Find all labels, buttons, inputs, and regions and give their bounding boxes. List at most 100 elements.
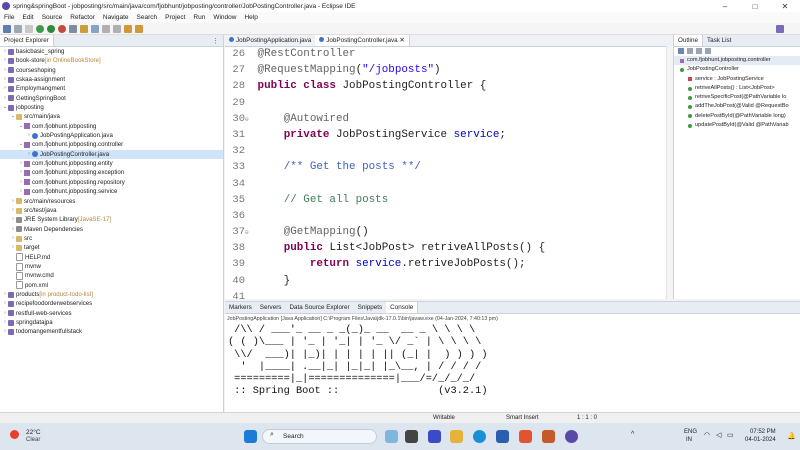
menu-navigate[interactable]: Navigate bbox=[99, 14, 133, 21]
code-line[interactable]: 30⊖ @Autowired bbox=[225, 111, 673, 127]
back-icon[interactable] bbox=[124, 24, 132, 33]
code-line[interactable]: 35 // Get all posts bbox=[225, 192, 673, 208]
eclipse-taskbar-icon[interactable] bbox=[565, 430, 578, 443]
hide-fields-icon[interactable] bbox=[705, 48, 711, 54]
tree-item[interactable]: HELP.md bbox=[0, 253, 223, 262]
menu-source[interactable]: Source bbox=[38, 14, 67, 21]
tree-item[interactable]: › todomangementfullstack bbox=[0, 327, 223, 336]
language-code[interactable]: ENG bbox=[684, 429, 697, 435]
menu-run[interactable]: Run bbox=[189, 14, 209, 21]
tree-item[interactable]: › JRE System Library [JavaSE-17] bbox=[0, 215, 223, 224]
outline-item[interactable]: retriveAllPosts() : List<JobPost> bbox=[674, 84, 800, 93]
tree-item[interactable]: › courseshoping bbox=[0, 66, 223, 75]
tree-item[interactable]: ⌄ com.fjobhunt.jobposting.controller bbox=[0, 140, 223, 149]
tree-item[interactable]: › src/test/java bbox=[0, 206, 223, 215]
maximize-button[interactable]: □ bbox=[740, 2, 770, 11]
tree-item[interactable]: › Employmangment bbox=[0, 84, 223, 93]
tab-console[interactable]: Console bbox=[386, 302, 419, 313]
menu-help[interactable]: Help bbox=[240, 14, 261, 21]
menu-file[interactable]: File bbox=[0, 14, 18, 21]
outline-item[interactable]: deletePostById(@PathVariable long) bbox=[674, 112, 800, 121]
tree-item[interactable]: › JobPostingApplication.java bbox=[0, 131, 223, 140]
tab-outline[interactable]: Outline bbox=[674, 35, 703, 46]
forward-icon[interactable] bbox=[135, 24, 143, 33]
volume-icon[interactable]: ◁ bbox=[716, 431, 721, 439]
code-line[interactable]: 33 /** Get the posts **/ bbox=[225, 159, 673, 175]
save-all-icon[interactable] bbox=[25, 24, 33, 33]
outline-item[interactable]: retriveSpecificPost(@PathVariable lo bbox=[674, 93, 800, 102]
menu-window[interactable]: Window bbox=[209, 14, 240, 21]
outline-item[interactable]: service : JobPostingService bbox=[674, 75, 800, 84]
store-icon[interactable] bbox=[496, 430, 509, 443]
tree-item[interactable]: ⌄ com.fjobhunt.jobposting bbox=[0, 122, 223, 131]
previous-annotation-icon[interactable] bbox=[113, 24, 121, 33]
new-java-project-icon[interactable] bbox=[69, 24, 77, 33]
minimize-button[interactable]: – bbox=[710, 2, 740, 11]
tree-item[interactable]: ⌄ jobposting bbox=[0, 103, 223, 112]
close-tab-icon[interactable]: ✕ bbox=[399, 37, 404, 44]
view-menu-icon[interactable]: ⋮ bbox=[212, 37, 219, 45]
weather-icon[interactable] bbox=[10, 430, 19, 439]
copilot-icon[interactable] bbox=[385, 430, 398, 443]
tree-item[interactable]: mvnw.cmd bbox=[0, 271, 223, 280]
sort-icon[interactable] bbox=[687, 48, 693, 54]
tree-item[interactable]: › springdatajpa bbox=[0, 318, 223, 327]
external-tools-icon[interactable] bbox=[58, 24, 66, 33]
tree-item[interactable]: › com.fjobhunt.jobposting.repository bbox=[0, 178, 223, 187]
code-line[interactable]: 34 bbox=[225, 176, 673, 192]
collapse-all-icon[interactable] bbox=[678, 48, 684, 54]
tab-project-explorer[interactable]: Project Explorer bbox=[0, 35, 54, 46]
tree-item[interactable]: › book-store [in OnlineBookStore] bbox=[0, 56, 223, 65]
battery-icon[interactable]: ▭ bbox=[727, 431, 734, 439]
menu-project[interactable]: Project bbox=[161, 14, 189, 21]
code-line[interactable]: 28 public class JobPostingController { bbox=[225, 78, 673, 94]
debug-icon[interactable] bbox=[36, 24, 44, 33]
menu-refactor[interactable]: Refactor bbox=[66, 14, 99, 21]
tree-item[interactable]: › GettingSpringBoot bbox=[0, 94, 223, 103]
tree-item[interactable]: › basicbasic_spring bbox=[0, 47, 223, 56]
tree-item[interactable]: › com.fjobhunt.jobposting.exception bbox=[0, 168, 223, 177]
tab-jobpostingcontroller[interactable]: JobPostingController.java ✕ bbox=[315, 35, 410, 46]
tree-item[interactable]: pom.xml bbox=[0, 281, 223, 290]
code-line[interactable]: 32 bbox=[225, 143, 673, 159]
open-type-icon[interactable] bbox=[80, 24, 88, 33]
close-button[interactable]: ✕ bbox=[770, 2, 800, 11]
editor-scrollbar[interactable] bbox=[666, 46, 673, 299]
code-line[interactable]: 39 return service.retriveJobPosts(); bbox=[225, 256, 673, 272]
tree-item[interactable]: › recipefoodorderwebservices bbox=[0, 299, 223, 308]
code-line[interactable]: 27 @RequestMapping("/jobposts") bbox=[225, 62, 673, 78]
weather-temp[interactable]: 22°C bbox=[26, 429, 41, 436]
wifi-icon[interactable]: ◠ bbox=[704, 431, 710, 439]
menu-edit[interactable]: Edit bbox=[18, 14, 37, 21]
tree-item[interactable]: › cskaa-assignment bbox=[0, 75, 223, 84]
outline-item[interactable]: com.fjobhunt.jobposting.controller bbox=[674, 56, 800, 66]
tree-item[interactable]: › target bbox=[0, 243, 223, 252]
tab-markers[interactable]: Markers bbox=[225, 302, 256, 313]
code-line[interactable]: 36 bbox=[225, 208, 673, 224]
tab-task-list[interactable]: Task List bbox=[703, 35, 736, 46]
menu-search[interactable]: Search bbox=[133, 14, 162, 21]
tree-item[interactable]: › products [in product-todo-list] bbox=[0, 290, 223, 299]
file-explorer-icon[interactable] bbox=[450, 430, 463, 443]
run-icon[interactable] bbox=[47, 24, 55, 33]
taskbar-search[interactable]: ⌕ Search bbox=[262, 429, 377, 444]
save-icon[interactable] bbox=[14, 24, 22, 33]
filter-icon[interactable] bbox=[696, 48, 702, 54]
notification-icon[interactable]: 🔔 bbox=[787, 432, 796, 440]
code-line[interactable]: 31 private JobPostingService service; bbox=[225, 127, 673, 143]
code-line[interactable]: 26 @RestController bbox=[225, 46, 673, 62]
task-view-icon[interactable] bbox=[405, 430, 418, 443]
code-area[interactable]: 26 @RestController 27 @RequestMapping("/j… bbox=[225, 46, 673, 335]
tab-data-source-explorer[interactable]: Data Source Explorer bbox=[285, 302, 353, 313]
tab-jobpostingapplication[interactable]: JobPostingApplication.java bbox=[225, 35, 315, 46]
code-line[interactable]: 29 bbox=[225, 95, 673, 111]
tree-item[interactable]: › restfull-web-services bbox=[0, 309, 223, 318]
start-icon[interactable] bbox=[244, 430, 257, 443]
teams-icon[interactable] bbox=[428, 430, 441, 443]
code-line[interactable]: 37⊖ @GetMapping() bbox=[225, 224, 673, 240]
perspective-icon[interactable] bbox=[776, 24, 784, 33]
new-icon[interactable] bbox=[3, 24, 11, 33]
code-line[interactable]: 38 public List<JobPost> retriveAllPosts(… bbox=[225, 240, 673, 256]
show-hidden-icons-icon[interactable]: ^ bbox=[631, 431, 634, 438]
outline-item[interactable]: JobPostingController bbox=[674, 65, 800, 74]
